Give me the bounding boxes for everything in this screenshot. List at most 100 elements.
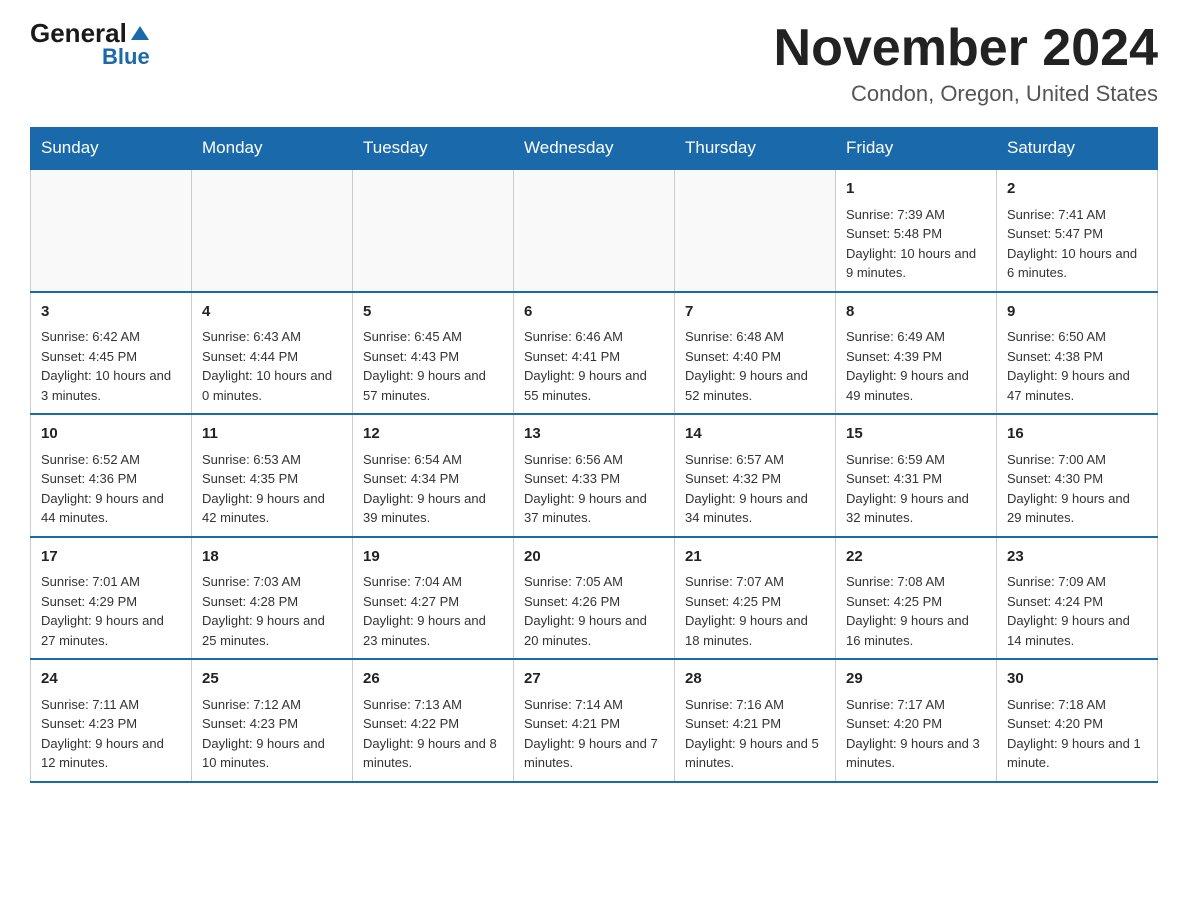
sunrise-text: Sunrise: 6:45 AM (363, 327, 503, 347)
daylight-text: Daylight: 9 hours and 47 minutes. (1007, 366, 1147, 405)
sunset-text: Sunset: 4:38 PM (1007, 347, 1147, 367)
sunset-text: Sunset: 4:32 PM (685, 469, 825, 489)
calendar-cell: 9Sunrise: 6:50 AMSunset: 4:38 PMDaylight… (997, 292, 1158, 415)
sunset-text: Sunset: 4:45 PM (41, 347, 181, 367)
daylight-text: Daylight: 9 hours and 29 minutes. (1007, 489, 1147, 528)
day-number: 17 (41, 546, 181, 569)
sunrise-text: Sunrise: 7:03 AM (202, 572, 342, 592)
day-number: 4 (202, 301, 342, 324)
weekday-header-monday: Monday (192, 128, 353, 170)
sunset-text: Sunset: 4:23 PM (41, 714, 181, 734)
sunrise-text: Sunrise: 7:13 AM (363, 695, 503, 715)
calendar-cell: 14Sunrise: 6:57 AMSunset: 4:32 PMDayligh… (675, 414, 836, 537)
day-number: 26 (363, 668, 503, 691)
sunrise-text: Sunrise: 7:39 AM (846, 205, 986, 225)
calendar-cell: 2Sunrise: 7:41 AMSunset: 5:47 PMDaylight… (997, 169, 1158, 292)
daylight-text: Daylight: 10 hours and 6 minutes. (1007, 244, 1147, 283)
day-number: 10 (41, 423, 181, 446)
day-number: 19 (363, 546, 503, 569)
calendar-cell: 23Sunrise: 7:09 AMSunset: 4:24 PMDayligh… (997, 537, 1158, 660)
calendar-cell: 4Sunrise: 6:43 AMSunset: 4:44 PMDaylight… (192, 292, 353, 415)
daylight-text: Daylight: 9 hours and 39 minutes. (363, 489, 503, 528)
sunrise-text: Sunrise: 7:09 AM (1007, 572, 1147, 592)
daylight-text: Daylight: 9 hours and 55 minutes. (524, 366, 664, 405)
day-number: 29 (846, 668, 986, 691)
calendar-table: SundayMondayTuesdayWednesdayThursdayFrid… (30, 127, 1158, 783)
calendar-cell: 10Sunrise: 6:52 AMSunset: 4:36 PMDayligh… (31, 414, 192, 537)
sunset-text: Sunset: 4:31 PM (846, 469, 986, 489)
daylight-text: Daylight: 9 hours and 5 minutes. (685, 734, 825, 773)
sunset-text: Sunset: 4:44 PM (202, 347, 342, 367)
calendar-cell: 7Sunrise: 6:48 AMSunset: 4:40 PMDaylight… (675, 292, 836, 415)
calendar-cell: 26Sunrise: 7:13 AMSunset: 4:22 PMDayligh… (353, 659, 514, 782)
daylight-text: Daylight: 9 hours and 57 minutes. (363, 366, 503, 405)
day-number: 24 (41, 668, 181, 691)
calendar-week-row: 24Sunrise: 7:11 AMSunset: 4:23 PMDayligh… (31, 659, 1158, 782)
location-subtitle: Condon, Oregon, United States (774, 81, 1158, 107)
calendar-cell: 29Sunrise: 7:17 AMSunset: 4:20 PMDayligh… (836, 659, 997, 782)
calendar-cell: 12Sunrise: 6:54 AMSunset: 4:34 PMDayligh… (353, 414, 514, 537)
logo: General Blue (30, 20, 150, 69)
daylight-text: Daylight: 9 hours and 34 minutes. (685, 489, 825, 528)
sunrise-text: Sunrise: 6:43 AM (202, 327, 342, 347)
sunrise-text: Sunrise: 6:50 AM (1007, 327, 1147, 347)
calendar-cell: 1Sunrise: 7:39 AMSunset: 5:48 PMDaylight… (836, 169, 997, 292)
day-number: 13 (524, 423, 664, 446)
sunset-text: Sunset: 4:34 PM (363, 469, 503, 489)
sunset-text: Sunset: 4:35 PM (202, 469, 342, 489)
daylight-text: Daylight: 9 hours and 7 minutes. (524, 734, 664, 773)
calendar-cell: 21Sunrise: 7:07 AMSunset: 4:25 PMDayligh… (675, 537, 836, 660)
day-number: 27 (524, 668, 664, 691)
sunrise-text: Sunrise: 7:17 AM (846, 695, 986, 715)
logo-triangle-icon (131, 26, 149, 40)
sunrise-text: Sunrise: 7:01 AM (41, 572, 181, 592)
daylight-text: Daylight: 9 hours and 44 minutes. (41, 489, 181, 528)
logo-general-text: General (30, 20, 127, 46)
sunset-text: Sunset: 4:29 PM (41, 592, 181, 612)
sunrise-text: Sunrise: 6:54 AM (363, 450, 503, 470)
sunrise-text: Sunrise: 6:46 AM (524, 327, 664, 347)
calendar-cell: 18Sunrise: 7:03 AMSunset: 4:28 PMDayligh… (192, 537, 353, 660)
sunset-text: Sunset: 4:27 PM (363, 592, 503, 612)
daylight-text: Daylight: 9 hours and 27 minutes. (41, 611, 181, 650)
calendar-cell: 6Sunrise: 6:46 AMSunset: 4:41 PMDaylight… (514, 292, 675, 415)
calendar-cell: 20Sunrise: 7:05 AMSunset: 4:26 PMDayligh… (514, 537, 675, 660)
calendar-cell: 24Sunrise: 7:11 AMSunset: 4:23 PMDayligh… (31, 659, 192, 782)
sunset-text: Sunset: 4:39 PM (846, 347, 986, 367)
sunrise-text: Sunrise: 7:12 AM (202, 695, 342, 715)
day-number: 23 (1007, 546, 1147, 569)
title-block: November 2024 Condon, Oregon, United Sta… (774, 20, 1158, 107)
calendar-week-row: 17Sunrise: 7:01 AMSunset: 4:29 PMDayligh… (31, 537, 1158, 660)
weekday-header-saturday: Saturday (997, 128, 1158, 170)
sunset-text: Sunset: 4:20 PM (846, 714, 986, 734)
sunset-text: Sunset: 4:20 PM (1007, 714, 1147, 734)
sunset-text: Sunset: 4:25 PM (846, 592, 986, 612)
sunset-text: Sunset: 4:25 PM (685, 592, 825, 612)
day-number: 28 (685, 668, 825, 691)
sunrise-text: Sunrise: 6:48 AM (685, 327, 825, 347)
sunset-text: Sunset: 4:43 PM (363, 347, 503, 367)
day-number: 5 (363, 301, 503, 324)
day-number: 8 (846, 301, 986, 324)
calendar-cell: 5 Sunrise: 6:45 AMSunset: 4:43 PMDaylight… (353, 292, 514, 415)
sunrise-text: Sunrise: 6:59 AM (846, 450, 986, 470)
sunset-text: Sunset: 4:36 PM (41, 469, 181, 489)
daylight-text: Daylight: 9 hours and 10 minutes. (202, 734, 342, 773)
sunrise-text: Sunrise: 6:53 AM (202, 450, 342, 470)
sunset-text: Sunset: 4:40 PM (685, 347, 825, 367)
daylight-text: Daylight: 9 hours and 12 minutes. (41, 734, 181, 773)
day-number: 3 (41, 301, 181, 324)
weekday-header-sunday: Sunday (31, 128, 192, 170)
calendar-cell: 16Sunrise: 7:00 AMSunset: 4:30 PMDayligh… (997, 414, 1158, 537)
daylight-text: Daylight: 9 hours and 16 minutes. (846, 611, 986, 650)
sunset-text: Sunset: 4:21 PM (524, 714, 664, 734)
daylight-text: Daylight: 9 hours and 42 minutes. (202, 489, 342, 528)
sunrise-text: Sunrise: 7:05 AM (524, 572, 664, 592)
sunrise-text: Sunrise: 7:41 AM (1007, 205, 1147, 225)
day-number: 6 (524, 301, 664, 324)
day-number: 14 (685, 423, 825, 446)
day-number: 16 (1007, 423, 1147, 446)
sunrise-text: Sunrise: 6:56 AM (524, 450, 664, 470)
calendar-header-row: SundayMondayTuesdayWednesdayThursdayFrid… (31, 128, 1158, 170)
daylight-text: Daylight: 9 hours and 1 minute. (1007, 734, 1147, 773)
